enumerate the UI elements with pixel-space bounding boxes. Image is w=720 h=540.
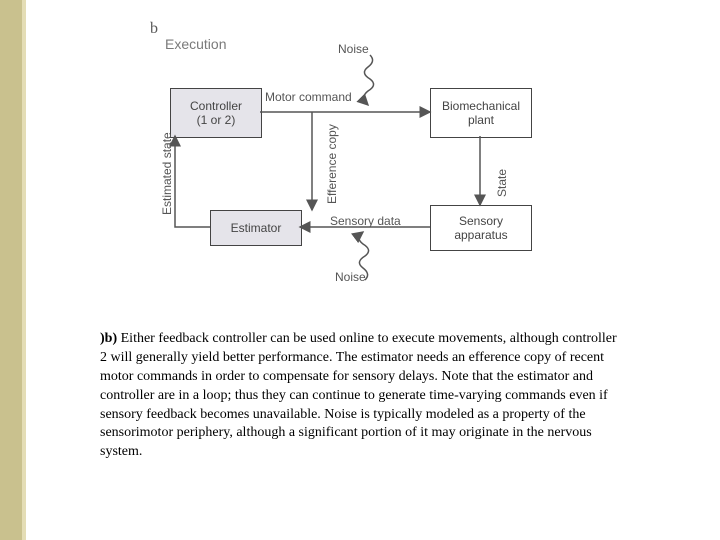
caption-prefix: )b) — [100, 331, 121, 346]
figure-caption: )b) Either feedback controller can be us… — [100, 330, 620, 462]
caption-body: Either feedback controller can be used o… — [100, 331, 617, 459]
diagram-wires — [0, 0, 720, 320]
